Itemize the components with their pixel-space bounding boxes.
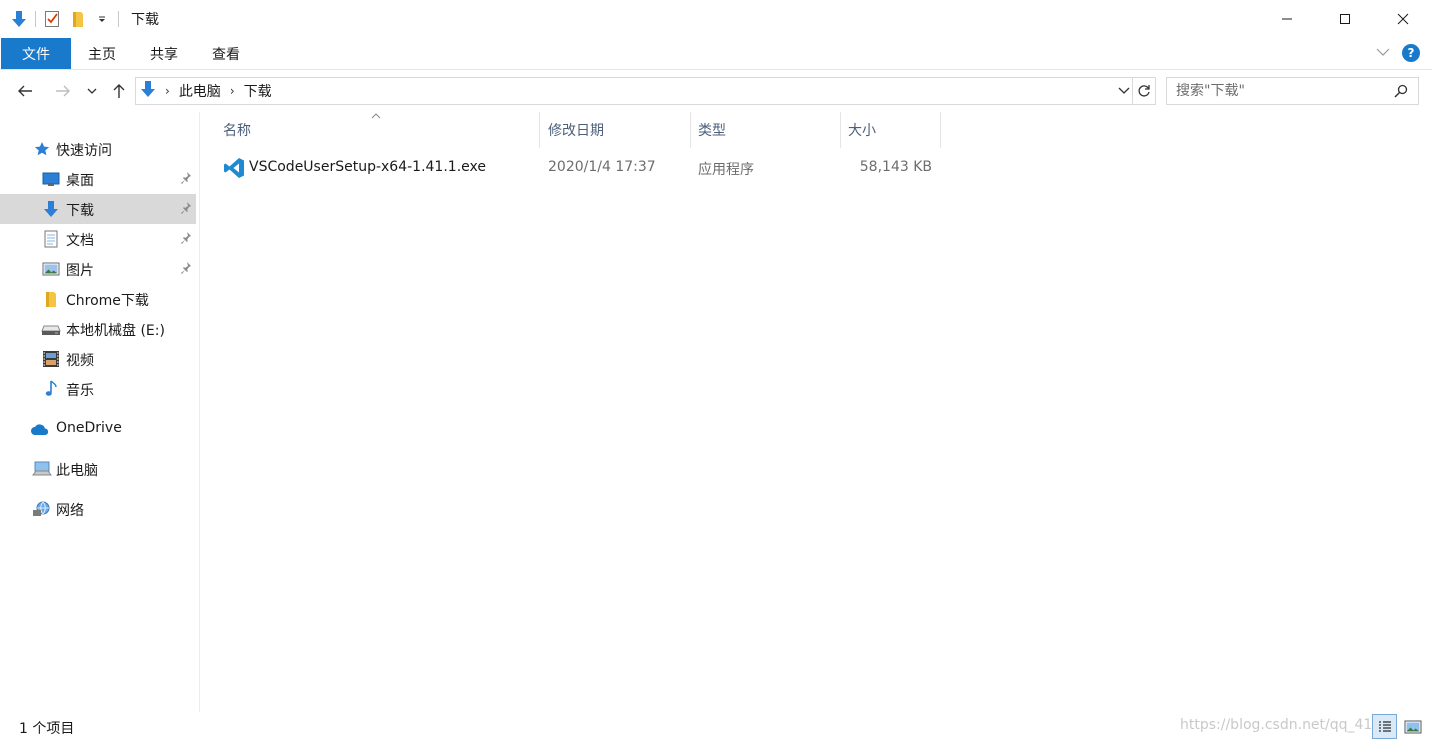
- ribbon-right-controls: ?: [1376, 38, 1420, 68]
- vscode-icon: [223, 157, 245, 183]
- file-list: 名称 修改日期 类型 大小 VSCodeUserSetup-x64-1.41.1…: [201, 112, 1432, 712]
- folder-icon: [41, 289, 61, 309]
- music-icon: [41, 379, 61, 399]
- desktop-icon: [41, 169, 61, 189]
- nav-onedrive[interactable]: OneDrive: [0, 414, 196, 444]
- tab-view[interactable]: 查看: [195, 38, 257, 69]
- nav-label: 本地机械盘 (E:): [66, 323, 165, 339]
- computer-icon: [32, 459, 52, 479]
- nav-this-pc[interactable]: 此电脑: [0, 454, 196, 484]
- address-bar[interactable]: › 此电脑 › 下载: [135, 77, 1133, 105]
- nav-label: 视频: [66, 353, 94, 369]
- nav-item-local-drive-e[interactable]: 本地机械盘 (E:): [0, 314, 196, 344]
- nav-label: 桌面: [66, 173, 94, 189]
- toolbar-divider: [35, 11, 36, 27]
- expand-ribbon-chevron-icon[interactable]: [1376, 45, 1390, 61]
- details-view-button[interactable]: [1372, 714, 1397, 739]
- refresh-button[interactable]: [1132, 77, 1156, 105]
- network-icon: [32, 499, 52, 519]
- tab-home[interactable]: 主页: [71, 38, 133, 69]
- status-bar: 1 个项目 https://blog.csdn.net/qq_41: [0, 712, 1432, 742]
- forward-button[interactable]: [50, 78, 76, 104]
- ribbon-tabs: 文件 主页 共享 查看 ?: [0, 38, 1432, 70]
- watermark-text: https://blog.csdn.net/qq_41: [1180, 717, 1373, 733]
- nav-label: 图片: [66, 263, 94, 279]
- help-icon[interactable]: ?: [1402, 44, 1420, 62]
- recent-locations-dropdown[interactable]: [82, 78, 102, 104]
- quick-access-toolbar: 下载: [0, 0, 159, 38]
- file-row[interactable]: VSCodeUserSetup-x64-1.41.1.exe 2020/1/4 …: [216, 152, 942, 184]
- nav-quick-access[interactable]: 快速访问: [0, 134, 196, 164]
- nav-label: 快速访问: [56, 143, 112, 159]
- nav-label: 网络: [56, 503, 84, 519]
- up-button[interactable]: [106, 78, 132, 104]
- close-button[interactable]: [1374, 0, 1432, 38]
- drive-icon: [41, 319, 61, 339]
- pin-icon[interactable]: [180, 231, 192, 249]
- star-icon: [32, 139, 52, 159]
- column-header-name[interactable]: 名称: [215, 112, 539, 148]
- breadcrumb-this-pc[interactable]: 此电脑: [179, 81, 221, 101]
- nav-item-documents[interactable]: 文档: [0, 224, 196, 254]
- column-header-type[interactable]: 类型: [690, 112, 840, 148]
- item-count: 1 个项目: [19, 721, 75, 737]
- search-box[interactable]: [1166, 77, 1419, 105]
- customize-toolbar-dropdown-icon[interactable]: [92, 9, 112, 29]
- maximize-button[interactable]: [1316, 0, 1374, 38]
- address-row: › 此电脑 › 下载: [0, 74, 1432, 108]
- breadcrumb-chevron-icon[interactable]: ›: [230, 84, 235, 98]
- minimize-button[interactable]: [1258, 0, 1316, 38]
- large-icons-view-button[interactable]: [1400, 714, 1425, 739]
- pin-icon[interactable]: [180, 201, 192, 219]
- nav-label: 文档: [66, 233, 94, 249]
- back-button[interactable]: [12, 78, 38, 104]
- nav-item-chrome-downloads[interactable]: Chrome下载: [0, 284, 196, 314]
- title-bar: 下载: [0, 0, 1432, 38]
- download-arrow-icon: [41, 199, 61, 219]
- download-arrow-icon: [9, 9, 29, 29]
- nav-item-desktop[interactable]: 桌面: [0, 164, 196, 194]
- toolbar-divider: [118, 11, 119, 27]
- nav-label: 下载: [66, 203, 94, 219]
- video-icon: [41, 349, 61, 369]
- tab-file[interactable]: 文件: [1, 38, 71, 69]
- onedrive-cloud-icon: [30, 419, 50, 439]
- breadcrumb-chevron-icon[interactable]: ›: [165, 84, 170, 98]
- nav-item-pictures[interactable]: 图片: [0, 254, 196, 284]
- file-size: 58,143 KB: [859, 159, 932, 175]
- file-modified: 2020/1/4 17:37: [548, 159, 656, 175]
- nav-item-downloads[interactable]: 下载: [0, 194, 196, 224]
- nav-network[interactable]: 网络: [0, 494, 196, 524]
- pin-icon[interactable]: [180, 261, 192, 279]
- column-header-modified[interactable]: 修改日期: [540, 112, 690, 148]
- properties-icon[interactable]: [42, 9, 62, 29]
- window-title: 下载: [131, 12, 159, 28]
- picture-icon: [41, 259, 61, 279]
- tab-share[interactable]: 共享: [133, 38, 195, 69]
- column-header-size[interactable]: 大小: [840, 112, 940, 148]
- column-divider[interactable]: [940, 112, 941, 148]
- nav-item-videos[interactable]: 视频: [0, 344, 196, 374]
- document-icon: [41, 229, 61, 249]
- nav-item-music[interactable]: 音乐: [0, 374, 196, 404]
- search-input[interactable]: [1176, 83, 1386, 99]
- window-controls: [1258, 0, 1432, 38]
- nav-label: 音乐: [66, 383, 94, 399]
- search-icon[interactable]: [1394, 84, 1408, 102]
- breadcrumb-downloads[interactable]: 下载: [244, 81, 272, 101]
- new-folder-icon[interactable]: [68, 9, 88, 29]
- download-arrow-icon: [140, 80, 156, 102]
- address-history-dropdown-icon[interactable]: [1118, 83, 1130, 101]
- file-name: VSCodeUserSetup-x64-1.41.1.exe: [249, 159, 486, 175]
- pin-icon[interactable]: [180, 171, 192, 189]
- nav-label: Chrome下载: [66, 293, 149, 309]
- nav-label: 此电脑: [56, 463, 98, 479]
- navigation-pane: 快速访问 桌面 下载 文档 图片 Chrome下载 本地机械盘 (E:) 视频 …: [0, 112, 200, 712]
- file-type: 应用程序: [698, 162, 754, 178]
- nav-label: OneDrive: [56, 420, 122, 436]
